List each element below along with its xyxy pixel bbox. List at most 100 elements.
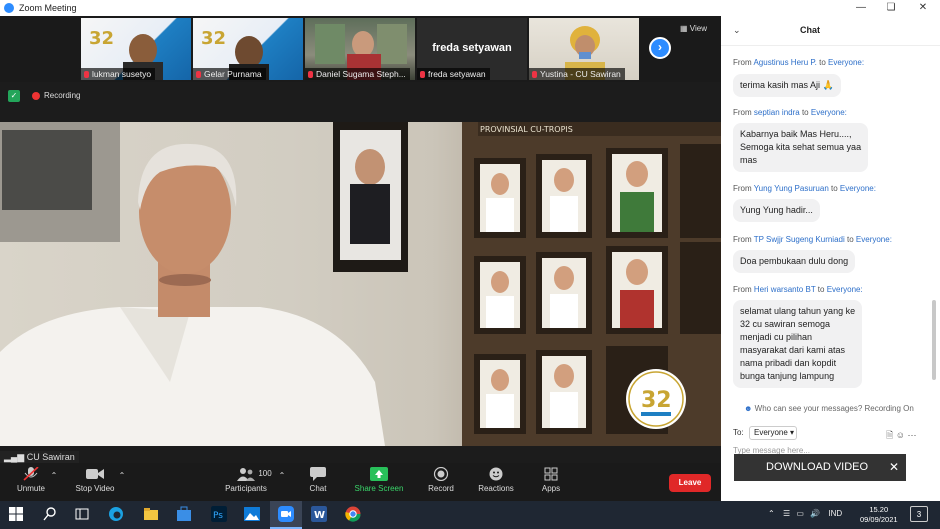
chat-header	[721, 16, 940, 46]
record-button[interactable]: Record	[424, 467, 458, 493]
download-video-banner[interactable]: DOWNLOAD VIDEO ✕	[734, 454, 906, 481]
chevron-down-icon: ▾	[790, 428, 795, 437]
chat-recipient[interactable]: Everyone:	[811, 108, 847, 117]
apps-button[interactable]: Apps	[538, 467, 564, 493]
grid-icon: ▦	[680, 24, 688, 33]
search-icon[interactable]	[42, 506, 58, 522]
security-shield-icon[interactable]: ✓	[8, 90, 20, 102]
muted-mic-icon	[420, 71, 425, 78]
zoom-app-icon[interactable]	[278, 506, 294, 522]
participants-count: 100	[258, 469, 272, 478]
input-language[interactable]: IND	[828, 509, 842, 518]
chat-recipient[interactable]: Everyone:	[828, 58, 864, 67]
chat-sender[interactable]: septian indra	[754, 108, 800, 117]
chat-recipient-select[interactable]: Everyone ▾	[749, 426, 797, 440]
maximize-icon[interactable]: ❏	[876, 0, 906, 16]
participant-thumb[interactable]: Daniel Sugama Steph...	[305, 18, 415, 80]
file-icon[interactable]: 🗎	[886, 430, 893, 440]
participants-icon	[237, 468, 255, 481]
stop-video-button[interactable]: Stop Video	[72, 467, 118, 493]
word-icon[interactable]: W	[311, 506, 327, 522]
leave-button[interactable]: Leave	[669, 474, 711, 492]
network-icon[interactable]: ☰	[783, 509, 790, 518]
signal-icon: ▂▄▆	[4, 452, 25, 462]
chat-scrollbar[interactable]	[932, 300, 936, 380]
notification-center-icon[interactable]: 3	[910, 506, 928, 522]
chat-message-header: From Heri warsanto BT to Everyone:	[733, 285, 863, 294]
emoji-icon[interactable]: ☺	[896, 430, 905, 440]
chat-button[interactable]: Chat	[302, 467, 334, 493]
chat-sender[interactable]: Agustinus Heru P.	[753, 58, 816, 67]
chat-recipient[interactable]: Everyone:	[840, 184, 876, 193]
chat-recipient[interactable]: Everyone:	[856, 235, 892, 244]
chat-message-bubble: selamat ulang tahun yang ke 32 cu sawira…	[733, 300, 863, 388]
unmute-button[interactable]: Unmute	[14, 467, 48, 493]
participant-thumbnail-strip: 32 lukman susetyo 32 Gelar Purnama Danie…	[0, 16, 721, 82]
close-banner-icon[interactable]: ✕	[889, 454, 899, 481]
chat-message-bubble: Doa pembukaan dulu dong	[733, 250, 856, 273]
photos-app-icon[interactable]	[244, 506, 260, 522]
apps-icon	[544, 467, 558, 481]
chrome-icon[interactable]	[345, 506, 361, 522]
tray-chevron-up-icon[interactable]: ⌃	[768, 509, 775, 518]
participant-name-label: lukman susetyo	[81, 68, 156, 80]
chat-to-label: To:	[733, 428, 744, 437]
chat-message-header: From Agustinus Heru P. to Everyone:	[733, 58, 865, 67]
participant-name-label: Gelar Purnama	[193, 68, 266, 80]
people-icon: ☻	[744, 404, 753, 413]
participant-name-placeholder: freda setyawan	[432, 42, 512, 54]
participant-name-label: freda setyawan	[417, 68, 490, 80]
svg-text:32: 32	[201, 28, 226, 49]
muted-microphone-icon	[23, 467, 39, 481]
muted-mic-icon	[308, 71, 313, 78]
task-view-icon[interactable]	[74, 506, 90, 522]
minimize-icon[interactable]: —	[846, 0, 876, 16]
next-page-button[interactable]: ›	[649, 37, 671, 59]
photoshop-icon[interactable]: Ps	[211, 506, 227, 522]
video-options-caret-icon[interactable]: ⌃	[118, 471, 126, 480]
svg-text:32: 32	[89, 28, 114, 49]
participant-thumb[interactable]: freda setyawan freda setyawan	[417, 18, 527, 80]
participant-thumb[interactable]: 32 Gelar Purnama	[193, 18, 303, 80]
chat-message-header: From Yung Yung Pasuruan to Everyone:	[733, 184, 876, 193]
volume-icon[interactable]: 🔊	[810, 509, 820, 518]
taskbar-clock[interactable]: 15.20 09/09/2021	[860, 505, 898, 525]
speaker-video-frame: PROVINSIAL CU-TROPIS 32	[0, 122, 721, 446]
audio-options-caret-icon[interactable]: ⌃	[50, 471, 58, 480]
participant-thumb[interactable]: Yustina - CU Sawiran	[529, 18, 639, 80]
participant-thumb[interactable]: 32 lukman susetyo	[81, 18, 191, 80]
chat-message-header: From TP Swjjr Sugeng Kurniadi to Everyon…	[733, 235, 892, 244]
battery-icon[interactable]: ▭	[796, 509, 804, 518]
chat-privacy-note[interactable]: ☻ Who can see your messages? Recording O…	[744, 404, 914, 413]
chat-recipient[interactable]: Everyone:	[827, 285, 863, 294]
svg-text:W: W	[314, 510, 325, 521]
zoom-logo-icon	[4, 3, 14, 13]
close-icon[interactable]: ✕	[908, 0, 938, 16]
reactions-button[interactable]: Reactions	[476, 467, 516, 493]
windows-start-icon[interactable]	[8, 506, 24, 522]
edge-browser-icon[interactable]	[108, 506, 124, 522]
chat-sender[interactable]: Yung Yung Pasuruan	[754, 184, 829, 193]
window-title-bar: Zoom Meeting — ❏ ✕	[0, 0, 940, 16]
chat-message-bubble: Kabarnya baik Mas Heru...., Semoga kita …	[733, 123, 869, 172]
store-icon[interactable]	[176, 506, 192, 522]
recording-indicator[interactable]: Recording	[32, 91, 80, 100]
file-explorer-icon[interactable]	[143, 506, 159, 522]
view-button[interactable]: ▦ View	[680, 24, 707, 33]
chat-collapse-chevron-icon[interactable]: ⌄	[733, 25, 741, 36]
active-speaker-video: PROVINSIAL CU-TROPIS 32	[0, 122, 721, 446]
more-icon[interactable]: ⋯	[907, 430, 916, 440]
anniversary-logo-text: 32	[641, 388, 672, 413]
muted-mic-icon	[532, 71, 537, 78]
video-camera-icon	[86, 469, 104, 479]
participants-options-caret-icon[interactable]: ⌃	[278, 471, 286, 480]
chat-sender[interactable]: Heri warsanto BT	[754, 285, 816, 294]
recording-dot-icon	[32, 91, 40, 100]
participant-name-label: Yustina - CU Sawiran	[529, 68, 625, 80]
chat-input-tools: 🗎 ☺ ⋯	[886, 428, 916, 444]
chat-message-bubble: terima kasih mas Aji 🙏	[733, 74, 841, 97]
chat-message-header: From septian indra to Everyone:	[733, 108, 847, 117]
chat-sender[interactable]: TP Swjjr Sugeng Kurniadi	[754, 235, 845, 244]
share-screen-button[interactable]: Share Screen	[352, 467, 406, 493]
muted-mic-icon	[84, 71, 89, 78]
